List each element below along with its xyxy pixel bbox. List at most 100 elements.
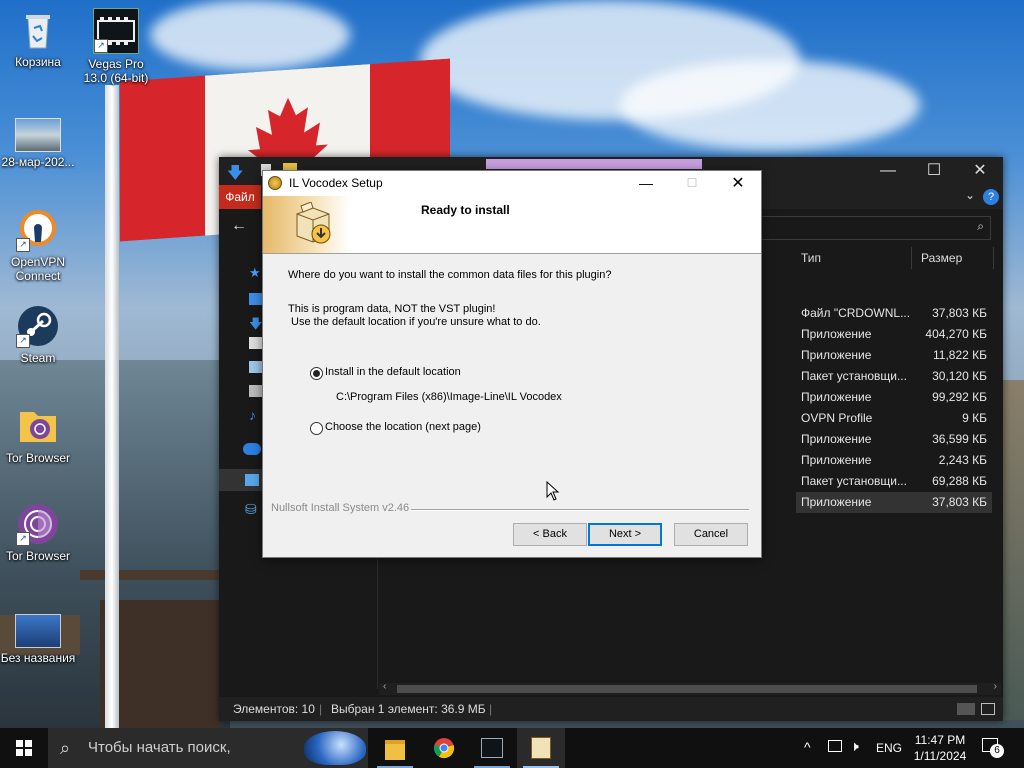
input-language[interactable]: ENG [876, 741, 902, 755]
explorer-maximize-button[interactable]: ☐ [911, 157, 957, 185]
details-view-icon[interactable] [957, 703, 975, 715]
tor-browser-icon: ↗ [16, 502, 60, 546]
city-edge [1003, 380, 1024, 720]
column-header-size[interactable]: Размер [921, 249, 962, 277]
taskbar-search-box[interactable]: ⌕ Чтобы начать поиск, [48, 728, 368, 768]
install-box-icon [531, 737, 551, 759]
column-divider [911, 247, 912, 269]
file-row[interactable]: Файл "CRDOWNL... 37,803 КБ [796, 303, 992, 324]
file-row[interactable]: Приложение 99,292 КБ [796, 387, 992, 408]
downloads-folder-icon[interactable]: 🡇 [249, 315, 263, 331]
search-icon: ⌕ [977, 219, 984, 233]
dialog-minimize-button[interactable]: — [623, 171, 669, 196]
openvpn-icon: ↗ [16, 208, 60, 252]
desktop-icon-recycle-bin[interactable]: Корзина [0, 8, 76, 69]
documents-folder-icon[interactable] [249, 337, 263, 349]
windows-logo-icon [16, 740, 32, 756]
taskbar-installer[interactable] [517, 728, 565, 768]
desktop-icon-steam[interactable]: ↗ Steam [0, 304, 76, 365]
desktop-icon-label: OpenVPN [10, 255, 66, 269]
dialog-separator [411, 509, 749, 511]
large-icons-view-icon[interactable] [981, 703, 995, 715]
dock [80, 570, 230, 580]
quick-access-star-icon[interactable]: ★ [249, 265, 263, 280]
explorer-minimize-button[interactable]: — [865, 157, 911, 185]
videos-folder-icon[interactable] [249, 385, 263, 397]
horizontal-scrollbar[interactable]: ‹ › [379, 681, 1001, 695]
search-placeholder: Чтобы начать поиск, [88, 739, 231, 756]
status-divider: | [319, 702, 323, 716]
file-row[interactable]: OVPN Profile 9 КБ [796, 408, 992, 429]
pictures-folder-icon[interactable] [249, 361, 263, 373]
back-button[interactable]: < Back [513, 523, 587, 546]
notification-center-button[interactable]: 6 [982, 738, 1004, 758]
column-header-type[interactable]: Тип [801, 249, 821, 277]
desktop-icon-openvpn[interactable]: ↗ OpenVPN Connect [0, 208, 76, 283]
taskbar-chrome[interactable] [420, 728, 468, 768]
installer-dialog[interactable]: IL Vocodex Setup — ☐ ✕ Ready to install … [262, 170, 762, 558]
network-icon[interactable]: ⛁ [245, 501, 259, 517]
explorer-close-button[interactable]: ✕ [957, 157, 1003, 185]
dialog-title: IL Vocodex Setup [289, 176, 383, 190]
file-row[interactable]: Приложение 404,270 КБ [796, 324, 992, 345]
option-default-label[interactable]: Install in the default location [325, 366, 461, 378]
desktop-folder-icon[interactable] [249, 293, 263, 305]
desktop-icon-label: 13.0 (64-bit) [83, 71, 149, 85]
start-button[interactable] [0, 728, 48, 768]
dialog-titlebar[interactable]: IL Vocodex Setup — ☐ ✕ [263, 171, 761, 196]
help-icon[interactable]: ? [983, 189, 999, 205]
radio-choose-location[interactable] [310, 422, 323, 435]
file-row[interactable]: Приложение 2,243 КБ [796, 450, 992, 471]
status-item-count: Элементов: 10 [233, 702, 315, 716]
radio-default-location[interactable] [310, 367, 323, 380]
file-row[interactable]: Приложение 11,822 КБ [796, 345, 992, 366]
desktop-icon-vegas-pro[interactable]: ↗ Vegas Pro 13.0 (64-bit) [78, 8, 154, 85]
search-highlight-image [304, 731, 366, 765]
show-hidden-icons-icon[interactable]: ^ [804, 739, 811, 755]
desktop-icon-label: Tor Browser [5, 451, 70, 465]
volume-muted-icon[interactable]: 🕨 [850, 738, 859, 755]
explorer-status-bar: Элементов: 10 | Выбран 1 элемент: 36.9 М… [219, 697, 1003, 721]
search-icon: ⌕ [60, 738, 71, 758]
onedrive-icon[interactable] [243, 443, 261, 455]
this-pc-icon [245, 474, 259, 486]
column-divider [993, 247, 994, 269]
back-arrow-icon[interactable]: ← [231, 217, 247, 235]
file-explorer-icon [385, 740, 405, 760]
clock[interactable]: 11:47 PM 1/11/2024 [912, 732, 968, 764]
taskbar-file-explorer[interactable] [371, 728, 419, 768]
file-row[interactable]: Пакет установщи... 30,120 КБ [796, 366, 992, 387]
dialog-header: Ready to install [263, 196, 761, 254]
header-banner [263, 196, 349, 253]
taskbar-vegas-pro[interactable] [468, 728, 516, 768]
chevron-down-icon[interactable]: ⌄ [965, 188, 975, 202]
shortcut-arrow-icon: ↗ [16, 238, 30, 252]
option-choose-label[interactable]: Choose the location (next page) [325, 421, 481, 433]
recycle-bin-icon [16, 8, 60, 52]
file-row[interactable]: Пакет установщи... 69,288 КБ [796, 471, 992, 492]
scroll-left-icon[interactable]: ‹ [383, 681, 386, 692]
desktop-icon-photo[interactable]: 28-мар-202... [0, 118, 76, 169]
desktop-icon-label: 28-мар-202... [1, 155, 75, 169]
scrollbar-thumb[interactable] [397, 685, 977, 693]
explorer-search-input[interactable]: ⌕ [749, 216, 991, 240]
film-icon: ↗ [93, 8, 139, 54]
desktop-icon-untitled[interactable]: Без названия [0, 614, 76, 665]
notification-count-badge: 6 [990, 744, 1004, 758]
dialog-close-button[interactable]: ✕ [715, 171, 761, 196]
cloud [620, 60, 920, 150]
network-icon[interactable] [828, 740, 842, 752]
desktop-icon-tor-browser-folder[interactable]: Tor Browser [0, 404, 76, 465]
clock-time: 11:47 PM [914, 733, 966, 747]
cancel-button[interactable]: Cancel [674, 523, 748, 546]
scroll-right-icon[interactable]: › [994, 681, 997, 692]
music-folder-icon[interactable]: ♪ [249, 407, 263, 423]
nsis-branding: Nullsoft Install System v2.46 [271, 502, 410, 514]
desktop-icon-tor-browser[interactable]: ↗ Tor Browser [0, 502, 76, 563]
file-row-selected[interactable]: Приложение 37,803 КБ [796, 492, 992, 513]
default-install-path: C:\Program Files (x86)\Image-Line\IL Voc… [336, 391, 562, 403]
shortcut-arrow-icon: ↗ [94, 39, 108, 53]
ribbon-file-tab[interactable]: Файл [219, 185, 261, 209]
file-row[interactable]: Приложение 36,599 КБ [796, 429, 992, 450]
next-button[interactable]: Next > [588, 523, 662, 546]
